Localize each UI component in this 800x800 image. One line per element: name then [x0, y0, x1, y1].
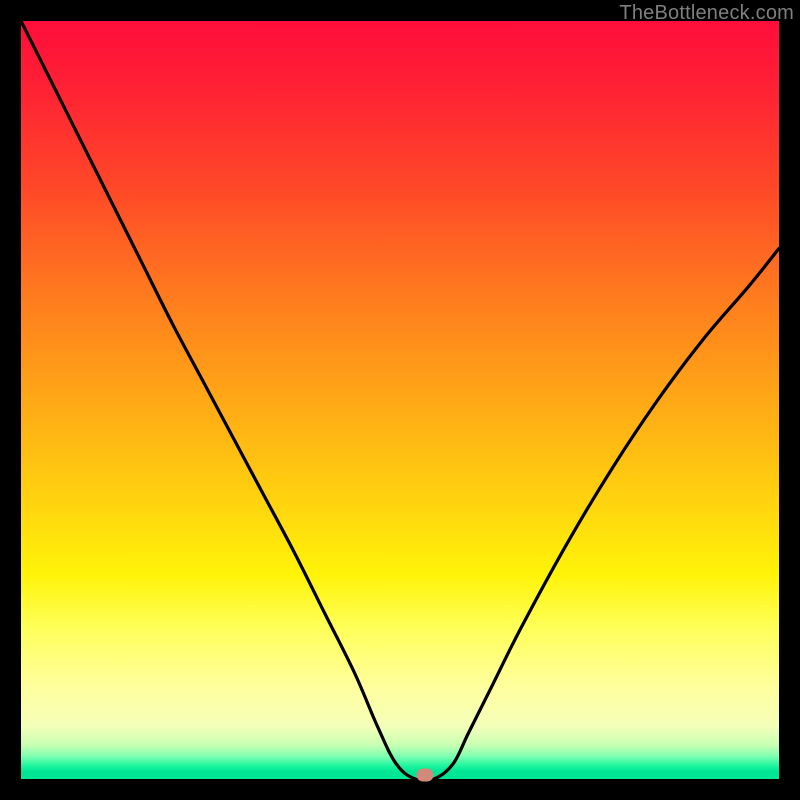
- plot-area: [21, 21, 779, 779]
- optimal-point-marker: [417, 769, 434, 782]
- attribution-text: TheBottleneck.com: [619, 2, 794, 25]
- bottleneck-curve: [21, 21, 779, 779]
- chart-frame: TheBottleneck.com: [0, 0, 800, 800]
